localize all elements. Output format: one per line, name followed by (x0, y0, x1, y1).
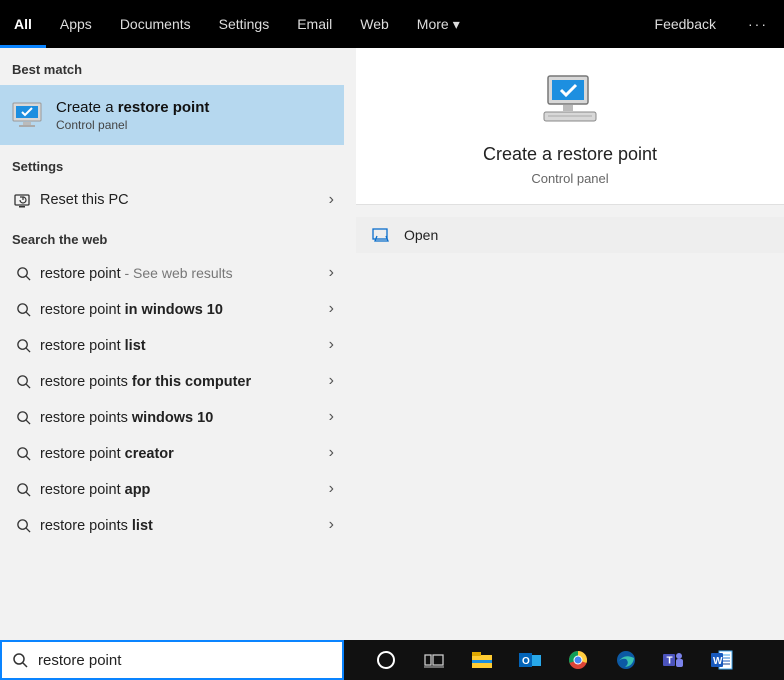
result-label: restore point - See web results (40, 265, 329, 282)
web-result-6[interactable]: restore point app› (0, 471, 344, 507)
results-panel: Best match Create a restore point Contro… (0, 48, 344, 640)
result-label: restore point in windows 10 (40, 301, 329, 318)
web-result-4[interactable]: restore points windows 10› (0, 399, 344, 435)
task-view-icon[interactable] (420, 646, 448, 674)
preview-title: Create a restore point (483, 144, 657, 165)
outlook-icon[interactable]: O (516, 646, 544, 674)
tab-documents[interactable]: Documents (106, 0, 205, 48)
search-icon (12, 374, 34, 389)
result-label: restore point list (40, 337, 329, 354)
word-icon[interactable]: W (708, 646, 736, 674)
search-input[interactable] (38, 652, 342, 669)
teams-icon[interactable]: T (660, 646, 688, 674)
tab-all[interactable]: All (0, 0, 46, 48)
monitor-check-icon (8, 95, 48, 135)
search-box[interactable] (0, 640, 344, 680)
web-result-0[interactable]: restore point - See web results› (0, 255, 344, 291)
feedback-link[interactable]: Feedback (639, 16, 732, 32)
tab-settings[interactable]: Settings (205, 0, 284, 48)
recovery-icon (12, 192, 34, 208)
action-label: Open (404, 227, 438, 243)
chevron-right-icon: › (329, 444, 334, 462)
result-label: restore points windows 10 (40, 409, 329, 426)
monitor-check-large-icon (538, 72, 602, 126)
result-label: restore points list (40, 517, 329, 534)
chevron-right-icon: › (329, 191, 334, 209)
tab-more[interactable]: More▾ (403, 0, 474, 48)
preview-panel: Create a restore point Control panel Ope… (344, 48, 784, 640)
search-icon (12, 410, 34, 425)
web-result-2[interactable]: restore point list› (0, 327, 344, 363)
file-explorer-icon[interactable] (468, 646, 496, 674)
web-result-3[interactable]: restore points for this computer› (0, 363, 344, 399)
best-match-heading: Best match (0, 48, 344, 85)
tab-apps[interactable]: Apps (46, 0, 106, 48)
best-match-title: Create a restore point (56, 99, 209, 116)
chevron-right-icon: › (329, 480, 334, 498)
svg-text:W: W (713, 656, 723, 667)
best-match-subtitle: Control panel (56, 118, 209, 132)
settings-result-reset-pc[interactable]: Reset this PC › (0, 182, 344, 218)
chevron-right-icon: › (329, 264, 334, 282)
search-icon (12, 266, 34, 281)
search-icon (12, 338, 34, 353)
best-match-result[interactable]: Create a restore point Control panel (0, 85, 344, 145)
svg-text:O: O (522, 656, 530, 667)
web-result-5[interactable]: restore point creator› (0, 435, 344, 471)
chevron-right-icon: › (329, 300, 334, 318)
chevron-right-icon: › (329, 336, 334, 354)
tab-web[interactable]: Web (346, 0, 403, 48)
chevron-right-icon: › (329, 372, 334, 390)
open-icon (372, 228, 394, 242)
search-web-heading: Search the web (0, 218, 344, 255)
result-label: restore points for this computer (40, 373, 329, 390)
caret-down-icon: ▾ (453, 0, 460, 48)
action-open[interactable]: Open (356, 217, 784, 253)
tab-email[interactable]: Email (283, 0, 346, 48)
search-icon (12, 518, 34, 533)
edge-icon[interactable] (612, 646, 640, 674)
search-icon (12, 482, 34, 497)
result-label: restore point creator (40, 445, 329, 462)
chrome-icon[interactable] (564, 646, 592, 674)
chevron-right-icon: › (329, 408, 334, 426)
taskbar: O T W (344, 640, 784, 680)
chevron-right-icon: › (329, 516, 334, 534)
result-label: restore point app (40, 481, 329, 498)
preview-card: Create a restore point Control panel (356, 48, 784, 205)
search-icon (12, 446, 34, 461)
preview-subtitle: Control panel (531, 171, 608, 186)
search-icon (2, 652, 38, 668)
svg-text:T: T (667, 656, 673, 667)
cortana-icon[interactable] (372, 646, 400, 674)
search-filter-tabs: All Apps Documents Settings Email Web Mo… (0, 0, 784, 48)
result-label: Reset this PC (40, 192, 329, 208)
settings-heading: Settings (0, 145, 344, 182)
more-options-button[interactable]: ··· (732, 16, 784, 32)
web-result-7[interactable]: restore points list› (0, 507, 344, 543)
search-icon (12, 302, 34, 317)
web-result-1[interactable]: restore point in windows 10› (0, 291, 344, 327)
